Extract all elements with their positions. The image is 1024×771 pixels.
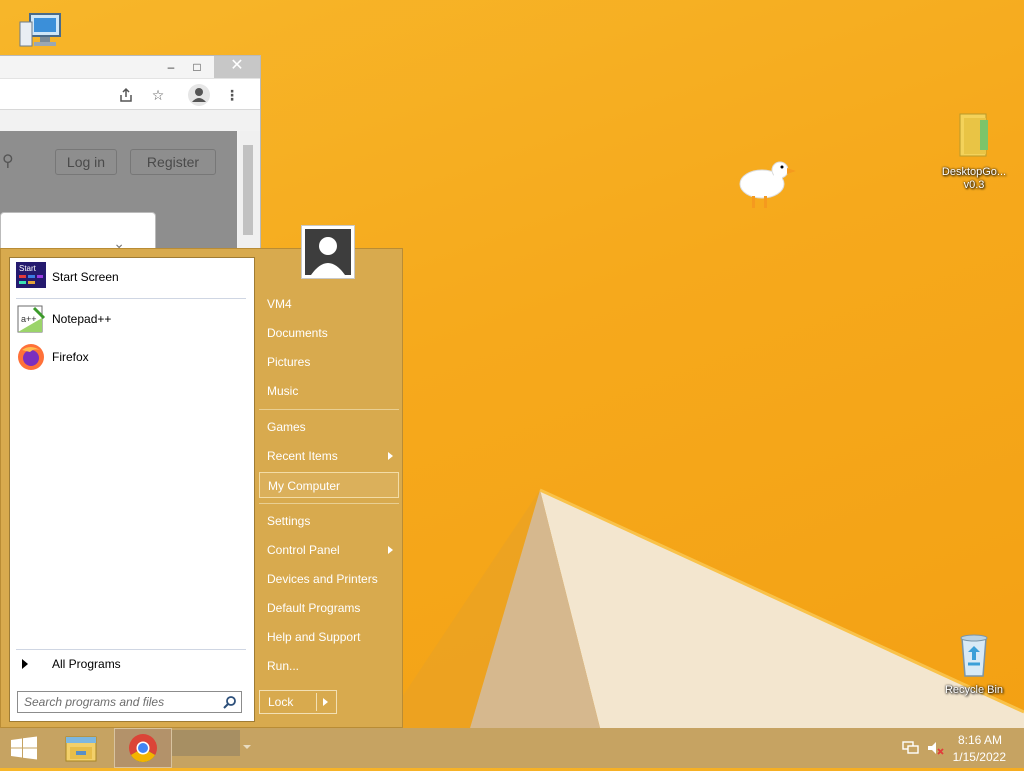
- clock-time[interactable]: 8:16 AM: [958, 733, 1002, 747]
- search-programs-input[interactable]: Search programs and files: [17, 691, 242, 713]
- start-menu-places-pane: VM4 Documents Pictures Music Games Recen…: [259, 249, 401, 727]
- chrome-icon: [129, 734, 157, 762]
- program-label: Start Screen: [52, 270, 119, 284]
- chrome-taskbar-button[interactable]: [114, 728, 172, 768]
- desktop-icon-computer[interactable]: [0, 10, 80, 60]
- goose-sprite: [739, 161, 796, 208]
- places-item-my-computer[interactable]: My Computer: [259, 472, 399, 498]
- browser-window[interactable]: – □ ✕ ☆ ⋮ ⚲ Log in Register ⌄: [0, 55, 261, 257]
- svg-text:a++: a++: [21, 314, 37, 324]
- desktop-icon-label: DesktopGo... v0.3: [941, 166, 1007, 191]
- lock-options-arrow-icon[interactable]: [323, 698, 328, 706]
- expand-arrow-icon: [22, 659, 28, 669]
- start-button[interactable]: [0, 728, 48, 768]
- taskbar-scroll-button[interactable]: [236, 728, 258, 768]
- places-item-pictures[interactable]: Pictures: [259, 349, 399, 375]
- network-icon[interactable]: [902, 740, 920, 756]
- firefox-icon: [16, 342, 46, 372]
- register-button[interactable]: Register: [130, 149, 216, 175]
- bookmark-star-icon[interactable]: ☆: [150, 87, 166, 103]
- share-icon[interactable]: [118, 87, 134, 103]
- browser-titlebar[interactable]: – □ ✕: [0, 56, 260, 78]
- start-menu-programs-pane: Start Start Screen a++ Notepad++ Firefox…: [9, 257, 255, 722]
- submenu-arrow-icon: [388, 452, 393, 460]
- browser-toolbar: ☆ ⋮: [0, 78, 260, 110]
- submenu-arrow-icon: [388, 546, 393, 554]
- browser-scrollbar[interactable]: [238, 131, 260, 256]
- chevron-down-icon: [243, 745, 251, 749]
- places-item-devices-and-printers[interactable]: Devices and Printers: [259, 566, 399, 592]
- desktop-icon-label: Recycle Bin: [944, 684, 1004, 696]
- start-screen-icon: Start: [16, 262, 46, 292]
- folder-icon: [934, 110, 1014, 164]
- search-icon[interactable]: ⚲: [2, 151, 14, 171]
- places-separator: [259, 503, 399, 504]
- places-item-settings[interactable]: Settings: [259, 508, 399, 534]
- volume-muted-icon[interactable]: [926, 740, 944, 756]
- svg-text:Start: Start: [19, 264, 37, 273]
- close-button[interactable]: ✕: [214, 56, 260, 78]
- programs-separator: [16, 298, 246, 299]
- search-placeholder: Search programs and files: [24, 695, 165, 709]
- desktop-icon-desktopgoose[interactable]: DesktopGo... v0.3: [934, 110, 1014, 192]
- login-button[interactable]: Log in: [55, 149, 117, 175]
- profile-icon[interactable]: [188, 84, 210, 106]
- places-item-help-and-support[interactable]: Help and Support: [259, 624, 399, 650]
- taskbar-window-preview[interactable]: [172, 730, 240, 756]
- lock-divider: [316, 693, 317, 711]
- all-programs-label: All Programs: [52, 657, 121, 671]
- program-firefox[interactable]: Firefox: [16, 340, 248, 374]
- places-item-recent-items[interactable]: Recent Items: [259, 443, 399, 469]
- file-explorer-taskbar-button[interactable]: [56, 728, 106, 768]
- program-label: Notepad++: [52, 312, 112, 326]
- windows-logo-icon: [11, 736, 37, 760]
- program-start-screen[interactable]: Start Start Screen: [16, 260, 248, 294]
- more-menu-icon[interactable]: ⋮: [224, 87, 240, 103]
- file-explorer-icon: [65, 736, 97, 762]
- places-item-vm4[interactable]: VM4: [259, 291, 399, 317]
- computer-icon: [0, 10, 80, 58]
- lock-button[interactable]: Lock: [259, 690, 337, 714]
- start-menu: Start Start Screen a++ Notepad++ Firefox…: [0, 225, 403, 728]
- all-programs-separator: [16, 649, 246, 650]
- places-item-run[interactable]: Run...: [259, 653, 399, 679]
- clock-date[interactable]: 1/15/2022: [953, 750, 1006, 764]
- lock-label: Lock: [268, 695, 294, 709]
- places-item-documents[interactable]: Documents: [259, 320, 399, 346]
- browser-content: ⚲ Log in Register ⌄: [0, 131, 237, 256]
- places-item-music[interactable]: Music: [259, 378, 399, 404]
- recycle-bin-icon: [934, 630, 1014, 682]
- program-label: Firefox: [52, 350, 89, 364]
- system-tray: 8:16 AM 1/15/2022: [884, 728, 1024, 768]
- places-separator: [259, 409, 399, 410]
- desktop-icon-recycle-bin[interactable]: Recycle Bin: [934, 630, 1014, 697]
- all-programs-item[interactable]: All Programs: [16, 654, 248, 674]
- search-icon[interactable]: [223, 695, 237, 709]
- places-item-label: Recent Items: [267, 449, 338, 463]
- places-item-default-programs[interactable]: Default Programs: [259, 595, 399, 621]
- notepadpp-icon: a++: [16, 304, 46, 334]
- scrollbar-thumb[interactable]: [243, 145, 253, 235]
- taskbar: 8:16 AM 1/15/2022: [0, 728, 1024, 768]
- program-notepadpp[interactable]: a++ Notepad++: [16, 302, 248, 336]
- places-item-label: Control Panel: [267, 543, 340, 557]
- maximize-button[interactable]: □: [182, 56, 212, 78]
- places-item-control-panel[interactable]: Control Panel: [259, 537, 399, 563]
- places-item-games[interactable]: Games: [259, 414, 399, 440]
